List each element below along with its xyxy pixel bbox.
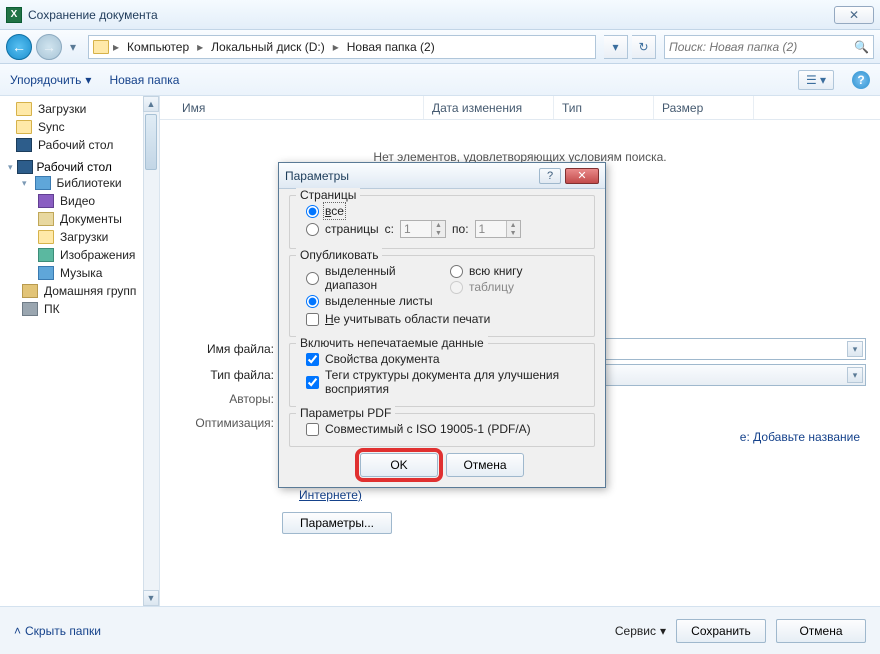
- sidebar-item-downloads[interactable]: Загрузки: [0, 100, 159, 118]
- toolbar: Упорядочить ▾ Новая папка ☰ ▾ ?: [0, 64, 880, 96]
- col-date[interactable]: Дата изменения: [424, 96, 554, 119]
- window-title: Сохранение документа: [28, 8, 834, 22]
- scroll-thumb[interactable]: [145, 114, 157, 170]
- search-icon: 🔍: [854, 40, 869, 54]
- sidebar-item-desktop[interactable]: Рабочий стол: [0, 136, 159, 154]
- col-name[interactable]: Имя: [174, 96, 424, 119]
- tags-link[interactable]: е: Добавьте название: [740, 430, 860, 444]
- organize-button[interactable]: Упорядочить ▾: [10, 73, 91, 87]
- sidebar: Загрузки Sync Рабочий стол ▾Рабочий стол…: [0, 96, 160, 606]
- radio-page-range[interactable]: страницы: [306, 222, 379, 236]
- checkbox-structure-tags[interactable]: Теги структуры документа для улучшения в…: [306, 368, 586, 396]
- chevron-down-icon[interactable]: ▾: [847, 341, 863, 357]
- sidebar-item-downloads2[interactable]: Загрузки: [0, 228, 159, 246]
- cancel-button[interactable]: Отмена: [776, 619, 866, 643]
- view-button[interactable]: ☰ ▾: [798, 70, 834, 90]
- navbar: ← → ▾ ▸ Компьютер ▸ Локальный диск (D:) …: [0, 30, 880, 64]
- dialog-cancel-button[interactable]: Отмена: [446, 453, 524, 477]
- sidebar-item-homegroup[interactable]: Домашняя групп: [0, 282, 159, 300]
- search-box[interactable]: 🔍: [664, 35, 874, 59]
- radio-selected-range[interactable]: выделенный диапазон: [306, 264, 442, 292]
- folder-icon: [38, 230, 54, 244]
- desktop-icon: [16, 138, 32, 152]
- checkbox-ignore-print-areas[interactable]: Не учитывать области печати: [306, 312, 586, 326]
- scroll-down-arrow[interactable]: ▼: [143, 590, 159, 606]
- folder-icon: [16, 120, 32, 134]
- excel-icon: X: [6, 7, 22, 23]
- radio-selected-sheets[interactable]: выделенные листы: [306, 294, 442, 308]
- group-pdf: Параметры PDF Совместимый с ISO 19005-1 …: [289, 413, 595, 447]
- dialog-help-button[interactable]: ?: [539, 168, 561, 184]
- breadcrumb-drive[interactable]: Локальный диск (D:): [207, 40, 329, 54]
- folder-icon: [16, 102, 32, 116]
- group-publish: Опубликовать выделенный диапазон выделен…: [289, 255, 595, 337]
- titlebar: X Сохранение документа ✕: [0, 0, 880, 30]
- computer-icon: [22, 302, 38, 316]
- radio-table: таблицу: [450, 280, 586, 294]
- nav-dropdown-button[interactable]: ▾: [604, 35, 628, 59]
- page-to-spinner[interactable]: 1▲▼: [475, 220, 521, 238]
- dialog-close-button[interactable]: ✕: [565, 168, 599, 184]
- sidebar-item-pc[interactable]: ПК: [0, 300, 159, 318]
- homegroup-icon: [22, 284, 38, 298]
- group-include: Включить непечатаемые данные Свойства до…: [289, 343, 595, 407]
- ok-highlight: OK: [360, 453, 438, 477]
- filename-label: Имя файла:: [174, 342, 274, 356]
- address-bar[interactable]: ▸ Компьютер ▸ Локальный диск (D:) ▸ Нова…: [88, 35, 596, 59]
- hide-folders-button[interactable]: ˄Скрыть папки: [14, 624, 101, 638]
- ok-button[interactable]: OK: [360, 453, 438, 477]
- images-icon: [38, 248, 54, 262]
- sidebar-item-libraries[interactable]: ▾Библиотеки: [0, 174, 159, 192]
- sidebar-item-music[interactable]: Музыка: [0, 264, 159, 282]
- libraries-icon: [35, 176, 51, 190]
- parameters-dialog: Параметры ? ✕ Страницы все страницы с: 1…: [278, 162, 606, 488]
- search-input[interactable]: [669, 40, 854, 54]
- col-type[interactable]: Тип: [554, 96, 654, 119]
- sidebar-item-documents[interactable]: Документы: [0, 210, 159, 228]
- breadcrumb-computer[interactable]: Компьютер: [123, 40, 193, 54]
- desktop-icon: [17, 160, 33, 174]
- chevron-down-icon: ▾: [22, 178, 27, 189]
- sidebar-scrollbar[interactable]: ▲ ▼: [143, 96, 159, 606]
- window-close-button[interactable]: ✕: [834, 6, 874, 24]
- scroll-up-arrow[interactable]: ▲: [143, 96, 159, 112]
- folder-icon: [93, 40, 109, 54]
- forward-button[interactable]: →: [36, 34, 62, 60]
- dialog-title: Параметры: [285, 169, 535, 183]
- sidebar-item-video[interactable]: Видео: [0, 192, 159, 210]
- checkbox-iso-compat[interactable]: Совместимый с ISO 19005-1 (PDF/A): [306, 422, 586, 436]
- authors-label: Авторы:: [174, 392, 274, 406]
- help-button[interactable]: ?: [852, 71, 870, 89]
- documents-icon: [38, 212, 54, 226]
- refresh-button[interactable]: ↻: [632, 35, 656, 59]
- sidebar-item-sync[interactable]: Sync: [0, 118, 159, 136]
- history-dropdown-arrow[interactable]: ▾: [66, 34, 80, 60]
- music-icon: [38, 266, 54, 280]
- chevron-down-icon[interactable]: ▾: [847, 367, 863, 383]
- new-folder-button[interactable]: Новая папка: [109, 73, 179, 87]
- video-icon: [38, 194, 54, 208]
- optimization-label: Оптимизация:: [174, 416, 274, 430]
- breadcrumb-folder[interactable]: Новая папка (2): [343, 40, 439, 54]
- chevron-up-icon: ˄: [14, 624, 21, 638]
- radio-all-pages[interactable]: все: [306, 204, 586, 218]
- footer: ˄Скрыть папки Сервис ▾ Сохранить Отмена: [0, 606, 880, 654]
- sidebar-group-desktop[interactable]: ▾Рабочий стол: [0, 160, 159, 174]
- dialog-titlebar: Параметры ? ✕: [279, 163, 605, 189]
- parameters-button[interactable]: Параметры...: [282, 512, 392, 534]
- service-dropdown[interactable]: Сервис ▾: [615, 624, 666, 638]
- radio-whole-book[interactable]: всю книгу: [450, 264, 586, 278]
- chevron-down-icon: ▾: [8, 162, 13, 173]
- group-pages: Страницы все страницы с: 1▲▼ по: 1▲▼: [289, 195, 595, 249]
- sidebar-item-images[interactable]: Изображения: [0, 246, 159, 264]
- save-button[interactable]: Сохранить: [676, 619, 766, 643]
- column-headers: Имя Дата изменения Тип Размер: [160, 96, 880, 120]
- page-from-spinner[interactable]: 1▲▼: [400, 220, 446, 238]
- filetype-label: Тип файла:: [174, 368, 274, 382]
- back-button[interactable]: ←: [6, 34, 32, 60]
- col-size[interactable]: Размер: [654, 96, 754, 119]
- checkbox-doc-properties[interactable]: Свойства документа: [306, 352, 586, 366]
